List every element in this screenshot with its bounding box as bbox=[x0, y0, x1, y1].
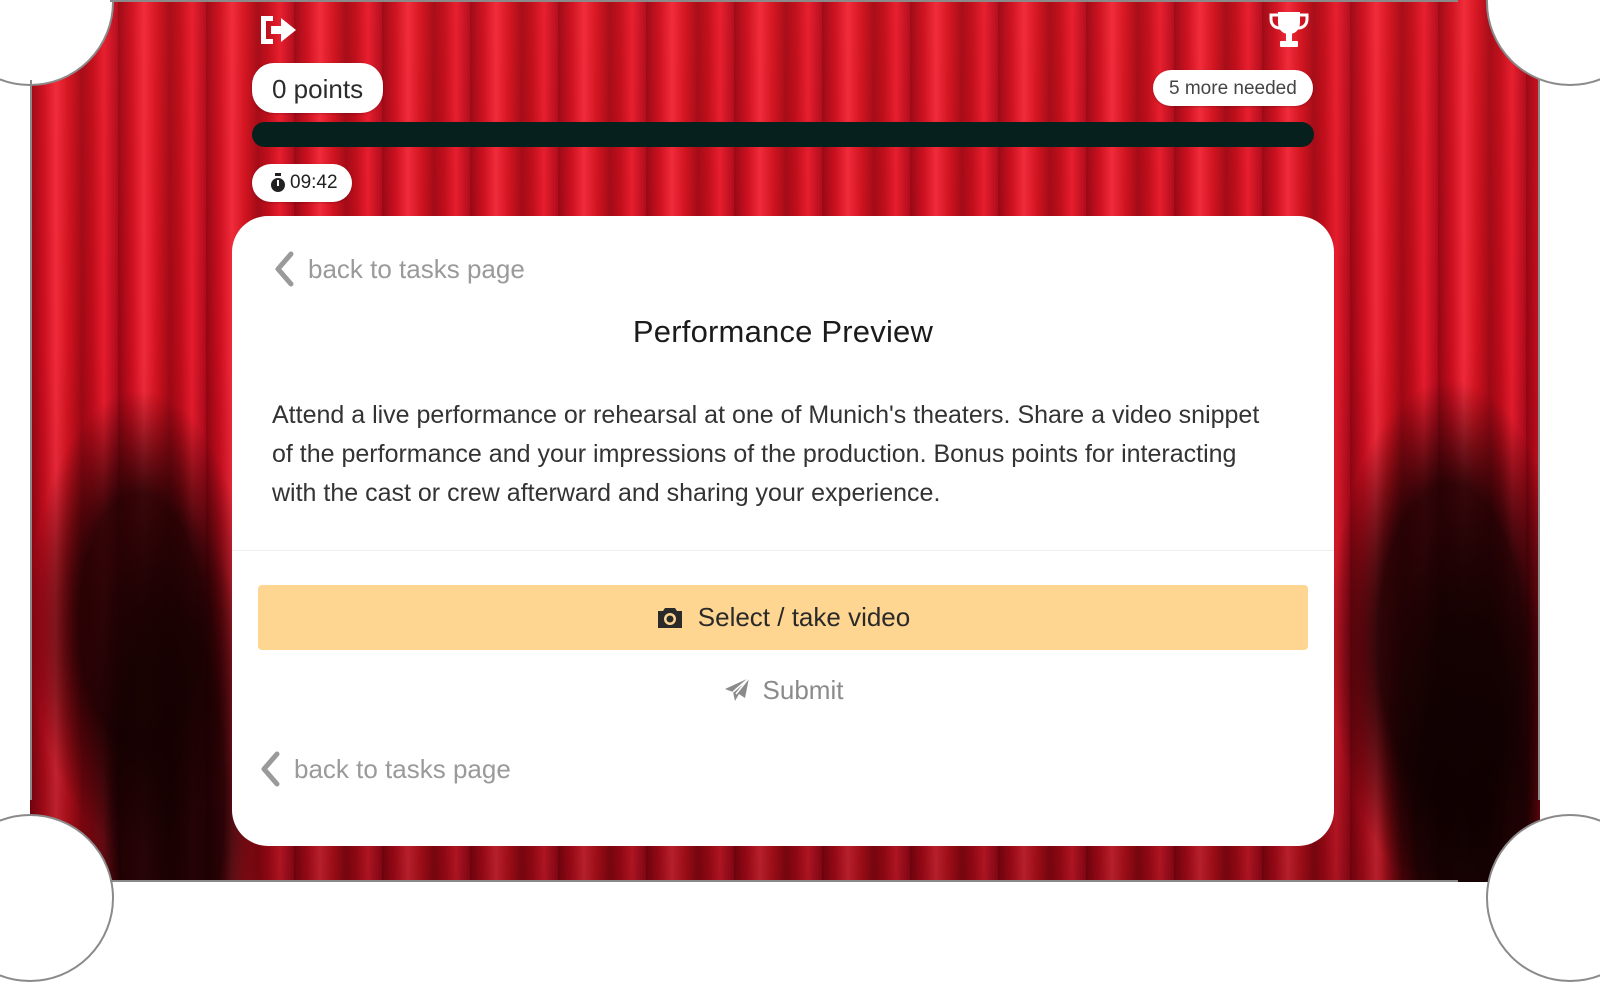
back-to-tasks-link[interactable]: back to tasks page bbox=[272, 250, 525, 288]
trophy-icon[interactable] bbox=[1268, 10, 1310, 50]
task-description: Attend a live performance or rehearsal a… bbox=[272, 401, 1260, 507]
select-video-label: Select / take video bbox=[697, 602, 911, 632]
submit-label: Submit bbox=[762, 674, 844, 705]
select-video-button[interactable]: Select / take video bbox=[258, 585, 1308, 650]
points-progress-bar bbox=[252, 122, 1314, 147]
paper-plane-icon bbox=[724, 677, 750, 701]
needed-badge: 5 more needed bbox=[1153, 70, 1313, 106]
timer-value: 09:42 bbox=[290, 172, 338, 193]
chevron-left-icon bbox=[275, 251, 294, 287]
page-content: 0 points 5 more needed 09:42 back to tas… bbox=[0, 0, 1600, 900]
points-badge: 0 points bbox=[252, 63, 384, 113]
task-title: Performance Preview bbox=[632, 314, 934, 349]
stopwatch-icon bbox=[271, 173, 285, 192]
chevron-left-icon bbox=[261, 751, 280, 787]
divider bbox=[232, 550, 1334, 551]
points-label: 0 points bbox=[272, 74, 364, 104]
back-link-label: back to tasks page bbox=[308, 253, 525, 284]
camera-icon bbox=[657, 607, 682, 628]
task-card: back to tasks page Performance Preview A… bbox=[232, 216, 1334, 846]
back-to-tasks-link[interactable]: back to tasks page bbox=[258, 750, 511, 788]
timer-badge: 09:42 bbox=[252, 164, 352, 202]
sign-out-icon[interactable] bbox=[257, 12, 299, 48]
needed-label: 5 more needed bbox=[1169, 78, 1297, 99]
back-link-label: back to tasks page bbox=[294, 753, 511, 784]
submit-button[interactable]: Submit bbox=[232, 668, 1334, 712]
